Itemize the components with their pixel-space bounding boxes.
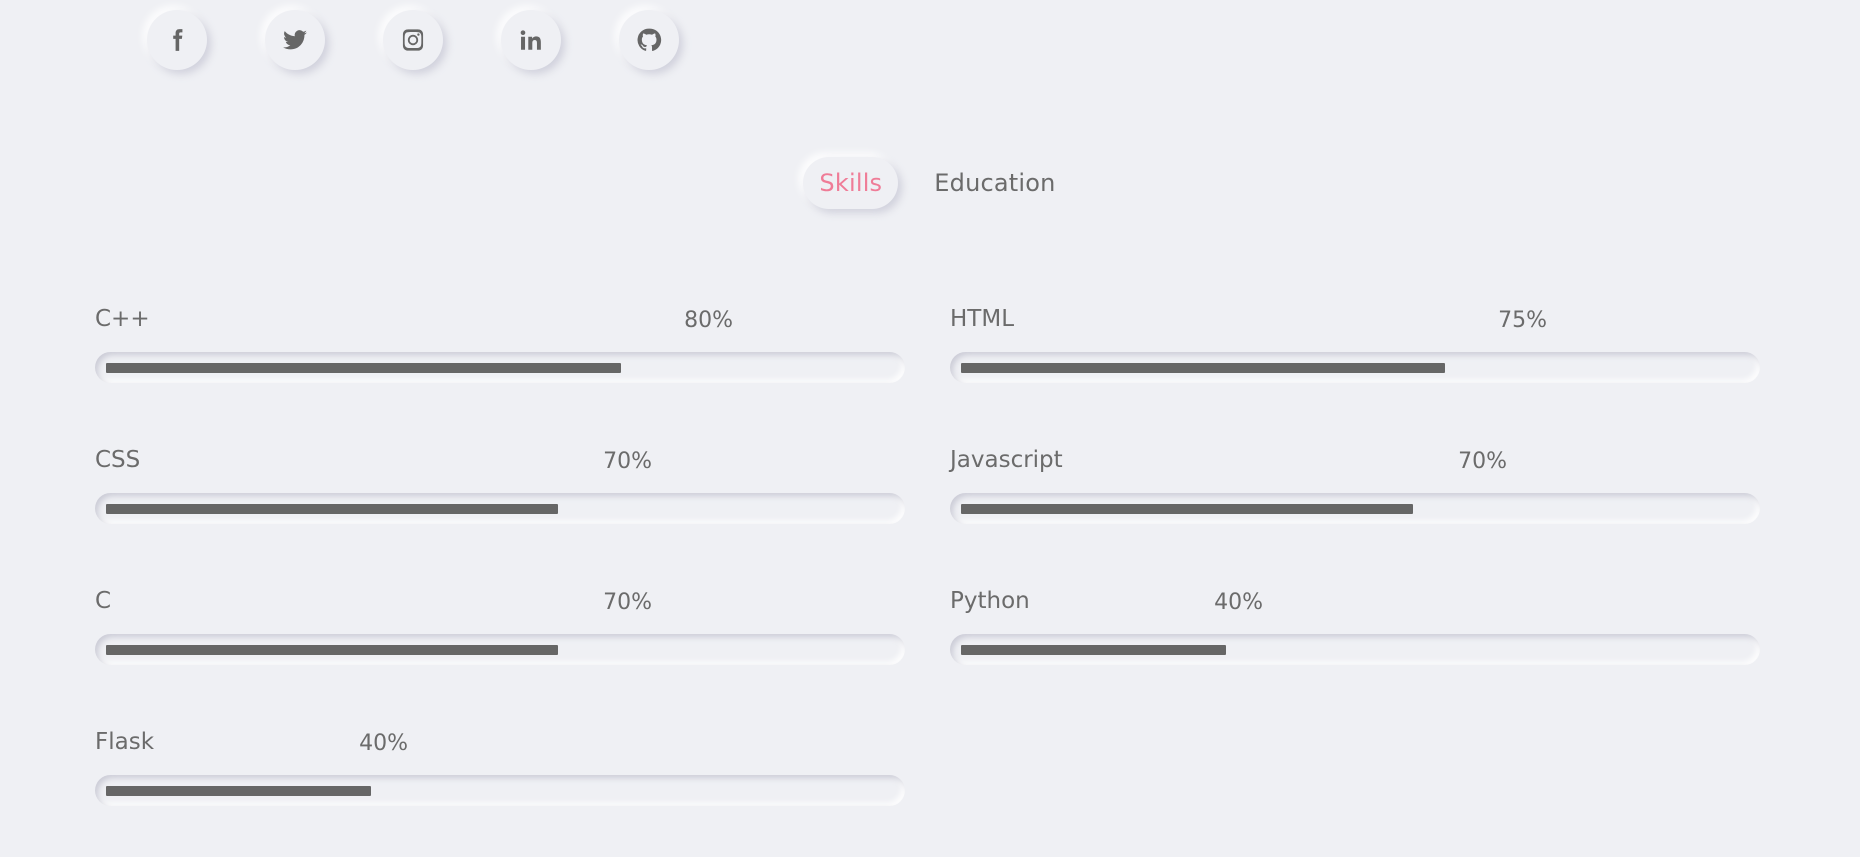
tab-skills[interactable]: Skills [803,157,899,209]
skill-name: C++ [95,306,150,332]
skill-fill [106,645,558,655]
page: Skills Education C++ 80% HTML 75% CSS 70… [0,0,1860,857]
skill-fill [961,645,1226,655]
skill-track [950,493,1760,524]
skill-item: Python 40% [950,582,1760,723]
facebook-button[interactable] [147,10,207,70]
skill-percent: 70% [603,590,652,615]
skill-name: Javascript [950,447,1063,473]
skill-track [95,493,905,524]
skill-fill [961,504,1413,514]
instagram-icon [402,29,424,51]
instagram-button[interactable] [383,10,443,70]
skill-fill [106,504,558,514]
skill-name: CSS [95,447,141,473]
skill-track [95,634,905,665]
skill-name: HTML [950,306,1015,332]
linkedin-icon [520,30,541,50]
skill-track [95,352,905,383]
skill-fill [961,363,1445,373]
facebook-icon [173,29,183,51]
skill-percent: 70% [1458,449,1507,474]
github-icon [637,28,662,51]
skill-item: C 70% [95,582,905,723]
skill-percent: 40% [359,731,408,756]
skill-fill [106,363,621,373]
skill-name: Flask [95,729,155,755]
skill-name: Python [950,588,1030,614]
skill-percent: 80% [684,308,733,333]
skill-fill [106,786,371,796]
github-button[interactable] [619,10,679,70]
skill-name: C [95,588,112,614]
skill-track [950,352,1760,383]
skills-list: C++ 80% HTML 75% CSS 70% Javascript 70% [95,300,1761,857]
skill-item: Flask 40% [95,723,905,857]
skill-item: C++ 80% [95,300,905,441]
skill-percent: 40% [1214,590,1263,615]
skill-item: Javascript 70% [950,441,1760,582]
twitter-button[interactable] [265,10,325,70]
tab-bar: Skills Education [0,157,1860,209]
skill-item: CSS 70% [95,441,905,582]
skill-item: HTML 75% [950,300,1760,441]
skill-track [95,775,905,806]
linkedin-button[interactable] [501,10,561,70]
skill-percent: 75% [1498,308,1547,333]
skill-track [950,634,1760,665]
tab-education[interactable]: Education [918,157,1071,209]
social-links [147,10,679,70]
twitter-icon [283,30,307,50]
skill-percent: 70% [603,449,652,474]
